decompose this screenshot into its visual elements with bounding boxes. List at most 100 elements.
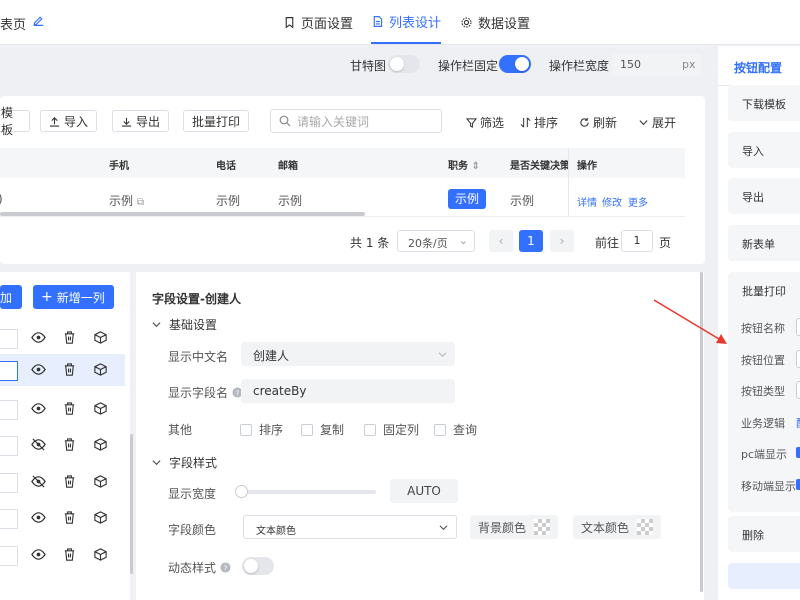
button-type-select[interactable] [796, 381, 800, 399]
add-button-config[interactable] [728, 563, 800, 589]
fixed-column-checkbox[interactable]: 固定列 [364, 421, 419, 438]
template-button[interactable]: 模板 [0, 106, 30, 137]
field-name-input[interactable] [0, 361, 18, 381]
gantt-switch[interactable] [388, 55, 420, 73]
more-link[interactable]: 更多 [628, 194, 648, 209]
trash-icon[interactable] [62, 437, 77, 452]
annotation-arrow [653, 299, 727, 344]
config-item-export[interactable]: 导出 [728, 178, 800, 214]
add-field-button[interactable]: 加 [0, 285, 22, 309]
new-column-button[interactable]: + 新增一列 [33, 285, 114, 309]
tab-button-config[interactable]: 按钮配置 [718, 46, 800, 86]
goto-page-input[interactable]: 1 [621, 230, 653, 252]
field-color-select[interactable]: 文本颜色 [243, 515, 457, 539]
next-page-button[interactable]: › [550, 230, 574, 252]
field-name-input[interactable] [0, 436, 18, 456]
basic-section-header[interactable]: 基础设置 [152, 316, 217, 333]
detail-link[interactable]: 详情 [577, 194, 597, 209]
style-section-header[interactable]: 字段样式 [152, 454, 217, 471]
tab-data-settings[interactable]: 数据设置 [460, 0, 530, 44]
page-size-select[interactable]: 20条/页 ⌄ [397, 230, 475, 252]
sort-checkbox[interactable]: 排序 [240, 421, 283, 438]
width-slider-track[interactable] [240, 490, 376, 494]
query-checkbox[interactable]: 查询 [434, 421, 477, 438]
edit-icon[interactable] [32, 14, 45, 27]
column-header-role[interactable]: 职务 ⇕ [448, 157, 480, 172]
config-item-import[interactable]: 导入 [728, 132, 800, 168]
copy-icon[interactable]: ⧉ [137, 197, 144, 208]
role-badge: 示例 [448, 189, 486, 209]
tab-page-settings[interactable]: 页面设置 [283, 0, 353, 44]
trash-icon[interactable] [62, 547, 77, 562]
button-position-select[interactable] [796, 350, 800, 368]
trash-icon[interactable] [62, 330, 77, 345]
eye-icon[interactable] [31, 401, 46, 416]
list-item[interactable] [0, 393, 125, 425]
list-item[interactable] [0, 322, 125, 354]
cube-icon[interactable] [93, 330, 108, 345]
config-item-delete[interactable]: 删除 [728, 516, 800, 552]
button-name-input[interactable] [796, 318, 800, 336]
field-name-label-text: 显示字段名 [168, 386, 229, 400]
field-name-input[interactable] [0, 473, 18, 493]
cube-icon[interactable] [93, 362, 108, 377]
transparent-swatch [637, 519, 654, 535]
field-name-input[interactable] [0, 400, 18, 420]
list-item[interactable] [0, 502, 125, 534]
export-button[interactable]: 导出 [112, 110, 170, 132]
field-name-input[interactable] [0, 329, 18, 349]
copy-checkbox[interactable]: 复制 [301, 421, 344, 438]
list-item[interactable] [0, 539, 125, 571]
list-item[interactable] [0, 466, 125, 498]
horizontal-scrollbar[interactable] [0, 212, 365, 216]
text-color-picker[interactable]: 文本颜色 [573, 515, 662, 539]
background-color-picker[interactable]: 背景颜色 [470, 515, 559, 539]
filter-button[interactable]: 筛选 [466, 114, 504, 131]
pc-display-switch[interactable] [796, 447, 800, 458]
eye-icon[interactable] [31, 510, 46, 525]
help-icon[interactable]: ? [220, 562, 231, 573]
search-box[interactable]: 请输入关键词 [270, 109, 442, 133]
field-name-input[interactable] [0, 546, 18, 566]
fixed-column-switch[interactable] [499, 55, 531, 73]
field-name-input[interactable]: createBy [241, 379, 455, 403]
width-slider-handle[interactable] [235, 485, 248, 498]
dynamic-style-switch[interactable] [242, 557, 274, 575]
list-item[interactable] [0, 354, 125, 386]
trash-icon[interactable] [62, 401, 77, 416]
eye-icon[interactable] [31, 330, 46, 345]
document-icon [373, 15, 383, 27]
eye-icon[interactable] [31, 547, 46, 562]
config-item-download-template[interactable]: 下载模板 [728, 85, 800, 121]
field-list-scrollbar[interactable] [130, 434, 133, 574]
cube-icon[interactable] [93, 510, 108, 525]
cube-icon[interactable] [93, 547, 108, 562]
trash-icon[interactable] [62, 362, 77, 377]
list-item[interactable] [0, 429, 125, 461]
import-button[interactable]: 导入 [40, 110, 98, 132]
prev-page-button[interactable]: ‹ [489, 230, 513, 252]
config-item-new-form[interactable]: 新表单 [728, 225, 800, 261]
expand-button[interactable]: 展开 [638, 114, 676, 131]
cube-icon[interactable] [93, 437, 108, 452]
display-width-value[interactable]: AUTO [390, 479, 458, 503]
display-cn-select[interactable]: 创建人 [241, 342, 455, 366]
refresh-button[interactable]: 刷新 [579, 114, 617, 131]
chevron-down-icon [152, 460, 161, 466]
search-input[interactable]: 请输入关键词 [297, 113, 369, 130]
eye-off-icon[interactable] [31, 474, 46, 489]
edit-link[interactable]: 修改 [602, 194, 622, 209]
mobile-display-switch[interactable] [796, 479, 800, 490]
tab-list-design[interactable]: 列表设计 [371, 0, 442, 44]
trash-icon[interactable] [62, 510, 77, 525]
eye-off-icon[interactable] [31, 437, 46, 452]
sort-button[interactable]: 排序 [520, 114, 558, 131]
business-logic-link[interactable]: 配 [796, 415, 800, 431]
batch-print-button[interactable]: 批量打印 [183, 110, 250, 132]
trash-icon[interactable] [62, 474, 77, 489]
eye-icon[interactable] [31, 362, 46, 377]
cube-icon[interactable] [93, 474, 108, 489]
field-name-input[interactable] [0, 509, 18, 529]
current-page[interactable]: 1 [519, 230, 543, 252]
cube-icon[interactable] [93, 401, 108, 416]
